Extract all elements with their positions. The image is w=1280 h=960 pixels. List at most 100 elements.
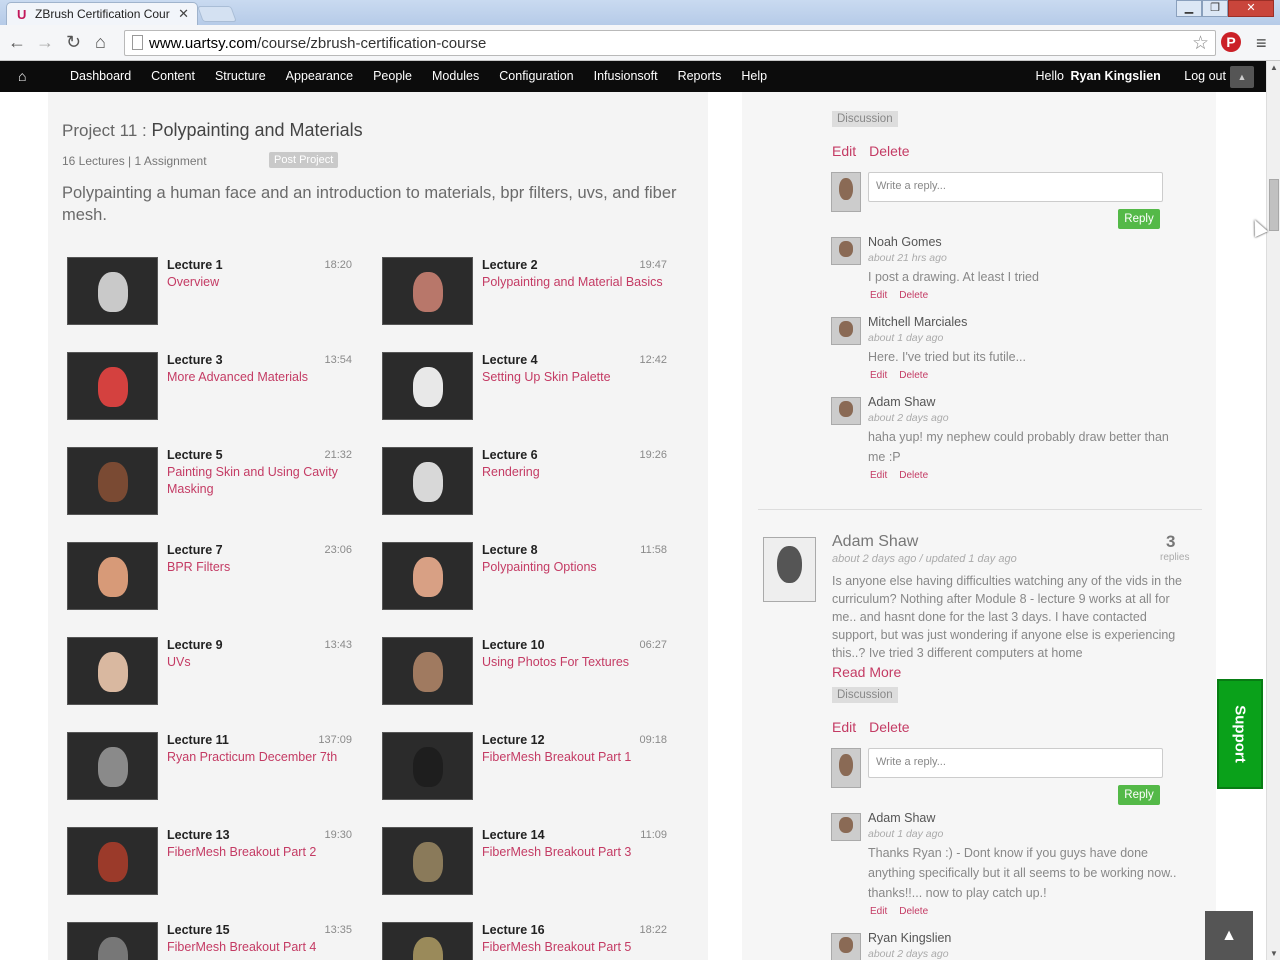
scroll-up-icon[interactable]: ▲ (1270, 63, 1278, 72)
lecture-title-link[interactable]: Painting Skin and Using Cavity Masking (167, 464, 357, 498)
admin-item-appearance[interactable]: Appearance (286, 69, 353, 83)
delete-link[interactable]: Delete (899, 290, 928, 301)
lecture-item[interactable]: Lecture 6 19:26 Rendering (382, 447, 682, 527)
scroll-down-icon[interactable]: ▼ (1270, 949, 1278, 958)
lecture-thumbnail[interactable] (67, 922, 158, 960)
forward-icon[interactable]: → (36, 32, 54, 52)
reply-author[interactable]: Adam Shaw (868, 395, 935, 409)
lecture-title-link[interactable]: FiberMesh Breakout Part 2 (167, 844, 357, 861)
admin-item-infusionsoft[interactable]: Infusionsoft (594, 69, 658, 83)
minimize-icon[interactable]: ▁ (1176, 0, 1202, 17)
lecture-thumbnail[interactable] (382, 922, 473, 960)
lecture-title-link[interactable]: Rendering (482, 464, 672, 481)
lecture-thumbnail[interactable] (382, 732, 473, 800)
reply-author[interactable]: Noah Gomes (868, 235, 942, 249)
lecture-item[interactable]: Lecture 3 13:54 More Advanced Materials (67, 352, 367, 432)
reply-button[interactable]: Reply (1118, 209, 1160, 229)
delete-link[interactable]: Delete (899, 370, 928, 381)
close-tab-icon[interactable]: ✕ (178, 6, 189, 22)
delete-link[interactable]: Delete (869, 143, 909, 159)
lecture-item[interactable]: Lecture 1 18:20 Overview (67, 257, 367, 337)
lecture-thumbnail[interactable] (67, 447, 158, 515)
delete-link[interactable]: Delete (869, 719, 909, 735)
lecture-title-link[interactable]: Ryan Practicum December 7th (167, 749, 357, 766)
logout-link[interactable]: Log out (1184, 69, 1226, 83)
reply-input[interactable]: Write a reply... (868, 748, 1163, 778)
lecture-thumbnail[interactable] (382, 447, 473, 515)
lecture-thumbnail[interactable] (382, 352, 473, 420)
lecture-title-link[interactable]: Overview (167, 274, 357, 291)
lecture-item[interactable]: Lecture 12 09:18 FiberMesh Breakout Part 1 (382, 732, 682, 812)
lecture-thumbnail[interactable] (67, 827, 158, 895)
lecture-thumbnail[interactable] (67, 637, 158, 705)
edit-link[interactable]: Edit (870, 370, 887, 381)
admin-item-people[interactable]: People (373, 69, 412, 83)
pinterest-icon[interactable]: P (1221, 32, 1241, 52)
lecture-item[interactable]: Lecture 16 18:22 FiberMesh Breakout Part 5 (382, 922, 682, 960)
reply-input[interactable]: Write a reply... (868, 172, 1163, 202)
admin-toggle-icon[interactable]: ▲ (1230, 66, 1254, 88)
lecture-thumbnail[interactable] (67, 542, 158, 610)
lecture-item[interactable]: Lecture 15 13:35 FiberMesh Breakout Part 4 (67, 922, 367, 960)
lecture-item[interactable]: Lecture 10 06:27 Using Photos For Textures (382, 637, 682, 717)
home-icon[interactable]: ⌂ (95, 32, 106, 52)
lecture-thumbnail[interactable] (67, 257, 158, 325)
admin-home-icon[interactable]: ⌂ (18, 68, 26, 84)
scrollbar-thumb[interactable] (1269, 179, 1279, 231)
lecture-thumbnail[interactable] (382, 637, 473, 705)
admin-item-dashboard[interactable]: Dashboard (70, 69, 131, 83)
lecture-thumbnail[interactable] (382, 257, 473, 325)
lecture-item[interactable]: Lecture 4 12:42 Setting Up Skin Palette (382, 352, 682, 432)
lecture-thumbnail[interactable] (67, 352, 158, 420)
admin-item-structure[interactable]: Structure (215, 69, 266, 83)
lecture-title-link[interactable]: More Advanced Materials (167, 369, 357, 386)
lecture-title-link[interactable]: Setting Up Skin Palette (482, 369, 672, 386)
back-to-top-button[interactable]: ▲ (1205, 911, 1253, 960)
admin-item-configuration[interactable]: Configuration (499, 69, 573, 83)
lecture-item[interactable]: Lecture 7 23:06 BPR Filters (67, 542, 367, 622)
post-project-button[interactable]: Post Project (269, 152, 339, 168)
lecture-item[interactable]: Lecture 8 11:58 Polypainting Options (382, 542, 682, 622)
reply-button[interactable]: Reply (1118, 785, 1160, 805)
admin-item-content[interactable]: Content (151, 69, 195, 83)
lecture-title-link[interactable]: UVs (167, 654, 357, 671)
edit-link[interactable]: Edit (870, 470, 887, 481)
post-author[interactable]: Adam Shaw (832, 533, 918, 551)
lecture-title-link[interactable]: Polypainting Options (482, 559, 672, 576)
read-more-link[interactable]: Read More (832, 664, 901, 680)
admin-item-help[interactable]: Help (741, 69, 767, 83)
lecture-title-link[interactable]: FiberMesh Breakout Part 3 (482, 844, 672, 861)
lecture-item[interactable]: Lecture 2 19:47 Polypainting and Material … (382, 257, 682, 337)
lecture-item[interactable]: Lecture 5 21:32 Painting Skin and Using Ca… (67, 447, 367, 527)
lecture-item[interactable]: Lecture 11 137:09 Ryan Practicum December … (67, 732, 367, 812)
edit-link[interactable]: Edit (832, 143, 856, 159)
browser-menu-icon[interactable]: ≡ (1256, 33, 1267, 54)
edit-link[interactable]: Edit (832, 719, 856, 735)
edit-link[interactable]: Edit (870, 290, 887, 301)
lecture-title-link[interactable]: Using Photos For Textures (482, 654, 672, 671)
lecture-title-link[interactable]: FiberMesh Breakout Part 5 (482, 939, 672, 956)
close-window-icon[interactable]: ✕ (1228, 0, 1274, 17)
admin-item-modules[interactable]: Modules (432, 69, 479, 83)
lecture-item[interactable]: Lecture 9 13:43 UVs (67, 637, 367, 717)
browser-tab[interactable]: U ZBrush Certification Cour ✕ (6, 2, 198, 25)
delete-link[interactable]: Delete (899, 906, 928, 917)
admin-item-reports[interactable]: Reports (678, 69, 722, 83)
lecture-title-link[interactable]: FiberMesh Breakout Part 4 (167, 939, 357, 956)
support-button[interactable]: Support (1217, 679, 1263, 789)
reply-author[interactable]: Ryan Kingslien (868, 931, 951, 945)
lecture-thumbnail[interactable] (67, 732, 158, 800)
lecture-title-link[interactable]: FiberMesh Breakout Part 1 (482, 749, 672, 766)
lecture-title-link[interactable]: Polypainting and Material Basics (482, 274, 672, 291)
address-bar[interactable]: www.uartsy.com/course/zbrush-certificati… (124, 30, 1216, 56)
bookmark-star-icon[interactable]: ☆ (1192, 32, 1209, 55)
edit-link[interactable]: Edit (870, 906, 887, 917)
delete-link[interactable]: Delete (899, 470, 928, 481)
maximize-icon[interactable]: ❐ (1202, 0, 1228, 17)
reload-icon[interactable]: ↻ (66, 32, 81, 52)
lecture-thumbnail[interactable] (382, 827, 473, 895)
lecture-thumbnail[interactable] (382, 542, 473, 610)
new-tab-button[interactable] (197, 6, 237, 22)
back-icon[interactable]: ← (8, 32, 26, 52)
reply-author[interactable]: Mitchell Marciales (868, 315, 967, 329)
